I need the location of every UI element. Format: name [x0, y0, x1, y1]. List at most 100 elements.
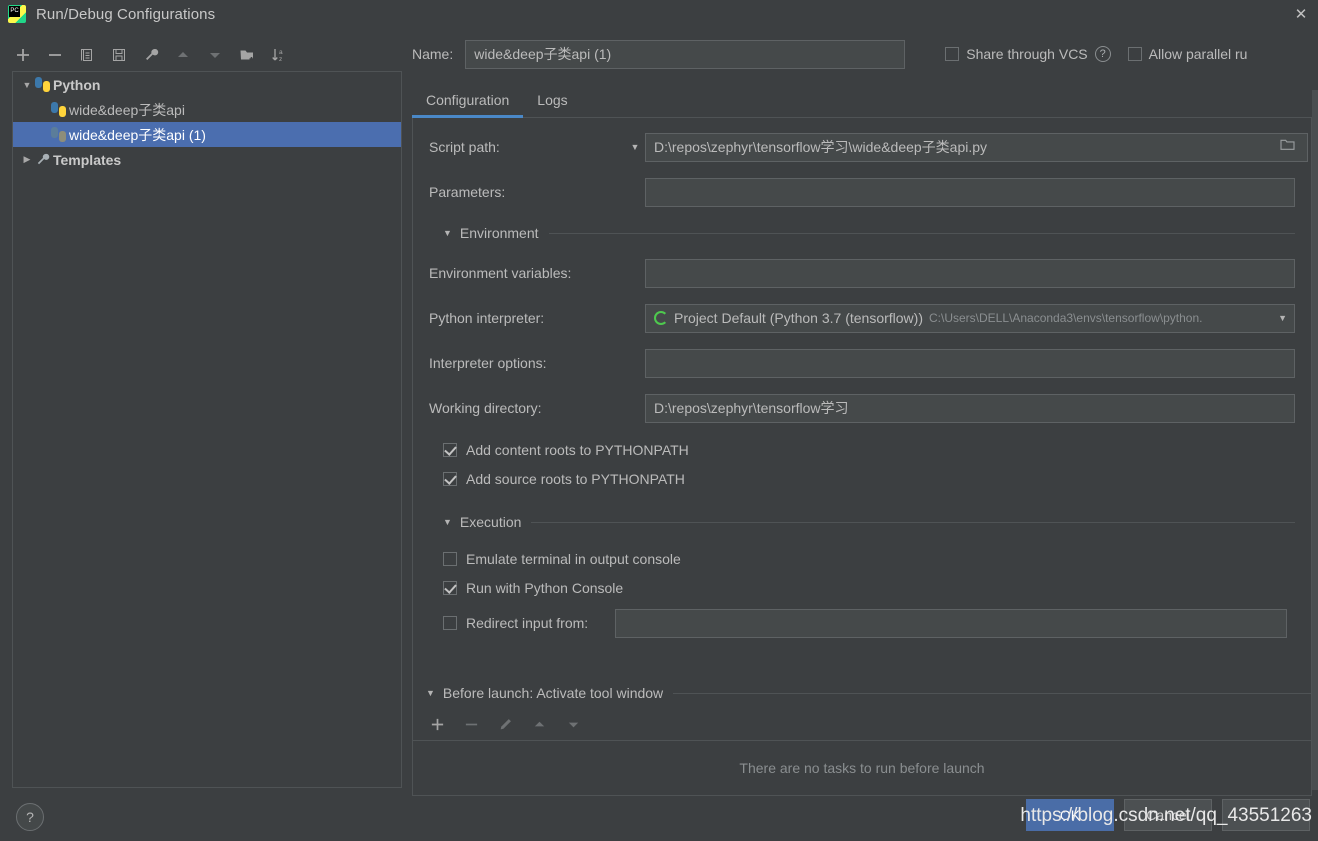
apply-button[interactable] — [1222, 799, 1310, 831]
emulate-terminal-row: Emulate terminal in output console — [443, 547, 1295, 571]
share-through-vcs-checkbox[interactable] — [945, 47, 960, 61]
python-icon — [51, 102, 66, 117]
redirect-input-checkbox[interactable] — [443, 616, 457, 630]
before-launch-empty-text: There are no tasks to run before launch — [739, 760, 985, 776]
move-up-button[interactable] — [172, 44, 194, 66]
python-interpreter-label: Python interpreter: — [429, 310, 545, 326]
task-move-down-button[interactable] — [562, 713, 584, 735]
python-interpreter-path: C:\Users\DELL\Anaconda3\envs\tensorflow\… — [929, 311, 1203, 325]
help-button[interactable]: ? — [16, 803, 44, 831]
tree-node-config-1[interactable]: wide&deep子类api — [13, 97, 401, 122]
tree-node-config-2[interactable]: wide&deep子类api (1) — [13, 122, 401, 147]
script-path-browse-icons — [1280, 138, 1295, 156]
tree-node-label: Python — [53, 76, 101, 93]
script-path-input[interactable]: D:\repos\zephyr\tensorflow学习\wide&deep子类… — [645, 132, 1308, 162]
run-with-python-console-row: Run with Python Console — [443, 576, 1295, 600]
cancel-button[interactable]: Cancel — [1124, 799, 1212, 831]
tab-configuration[interactable]: Configuration — [412, 92, 524, 118]
vertical-scrollbar[interactable] — [1312, 90, 1318, 790]
parameters-label: Parameters: — [429, 184, 506, 200]
copy-configuration-button[interactable] — [76, 44, 98, 66]
section-collapse-icon[interactable]: ▼ — [443, 517, 452, 527]
tab-logs[interactable]: Logs — [523, 92, 581, 117]
edit-templates-button[interactable] — [140, 44, 162, 66]
before-launch-task-list[interactable]: There are no tasks to run before launch — [412, 740, 1312, 796]
script-path-label: Script path: — [429, 139, 500, 155]
tree-node-templates[interactable]: ▶ Templates — [13, 147, 401, 172]
before-launch-title: Before launch: Activate tool window — [442, 685, 664, 701]
tree-node-python[interactable]: ▼ Python — [13, 72, 401, 97]
python-interpreter-row: Python interpreter: ▼ Project Default (P… — [429, 303, 1295, 333]
script-path-mode-dropdown[interactable]: ▼ — [625, 142, 645, 152]
share-vcs-help-icon[interactable]: ? — [1094, 46, 1111, 62]
redirect-input-field[interactable] — [615, 608, 1288, 638]
environment-variables-input[interactable] — [645, 258, 1295, 288]
before-launch-toolbar — [426, 708, 1312, 740]
folder-browse-icon[interactable] — [1280, 138, 1295, 156]
share-through-vcs-label[interactable]: Share through VCS — [966, 46, 1087, 62]
remove-configuration-button[interactable] — [44, 44, 66, 66]
before-launch-section: ▼ Before launch: Activate tool window Th… — [412, 676, 1312, 796]
working-directory-input[interactable]: D:\repos\zephyr\tensorflow学习 — [645, 393, 1295, 423]
remove-task-button[interactable] — [460, 713, 482, 735]
run-with-python-console-label[interactable]: Run with Python Console — [466, 580, 623, 596]
add-source-roots-label[interactable]: Add source roots to PYTHONPATH — [466, 471, 685, 487]
add-configuration-button[interactable] — [12, 44, 34, 66]
redirect-input-row: Redirect input from: — [443, 608, 1295, 638]
section-divider — [548, 232, 1295, 234]
chevron-down-icon[interactable]: ▼ — [1278, 305, 1287, 332]
add-task-button[interactable] — [426, 713, 448, 735]
editor-tabs: Configuration Logs — [412, 82, 1312, 118]
allow-parallel-run-label[interactable]: Allow parallel ru — [1149, 46, 1248, 62]
expand-arrow-icon[interactable]: ▼ — [19, 80, 35, 90]
name-label: Name: — [412, 46, 454, 62]
tree-node-label: wide&deep子类api (1) — [69, 126, 206, 143]
tree-node-label: wide&deep子类api — [69, 101, 185, 118]
section-divider — [673, 692, 1312, 694]
environment-section-header: ▼ Environment — [443, 222, 1295, 244]
name-input[interactable]: wide&deep子类api (1) — [465, 39, 906, 69]
run-debug-configurations-dialog: Run/Debug Configurations ✕ az — [0, 0, 1318, 841]
wrench-icon — [35, 152, 50, 167]
before-launch-header: ▼ Before launch: Activate tool window — [426, 682, 1312, 704]
section-collapse-icon[interactable]: ▼ — [443, 228, 452, 238]
edit-task-button[interactable] — [494, 713, 516, 735]
move-down-button[interactable] — [204, 44, 226, 66]
title-bar: Run/Debug Configurations ✕ — [0, 0, 1318, 28]
add-content-roots-checkbox[interactable] — [443, 443, 457, 457]
pycharm-icon — [8, 5, 26, 23]
execution-section-header: ▼ Execution — [443, 511, 1295, 533]
save-configuration-button[interactable] — [108, 44, 130, 66]
configurations-toolbar: az — [12, 40, 402, 70]
section-collapse-icon[interactable]: ▼ — [426, 688, 435, 698]
redirect-input-label[interactable]: Redirect input from: — [466, 615, 588, 631]
python-interpreter-dropdown[interactable]: Project Default (Python 3.7 (tensorflow)… — [645, 303, 1295, 333]
working-directory-row: Working directory: ▼ D:\repos\zephyr\ten… — [429, 393, 1295, 423]
collapse-arrow-icon[interactable]: ▶ — [19, 154, 35, 165]
allow-parallel-run-checkbox[interactable] — [1127, 47, 1142, 61]
emulate-terminal-label[interactable]: Emulate terminal in output console — [466, 551, 681, 567]
svg-text:z: z — [279, 56, 282, 63]
sort-alphabetically-button[interactable]: az — [268, 44, 290, 66]
interpreter-options-input[interactable] — [645, 348, 1295, 378]
add-content-roots-label[interactable]: Add content roots to PYTHONPATH — [466, 442, 689, 458]
ok-button[interactable]: OK — [1026, 799, 1114, 831]
name-row: Name: wide&deep子类api (1) Share through V… — [412, 38, 1312, 70]
svg-text:a: a — [279, 49, 283, 56]
close-icon[interactable]: ✕ — [1290, 4, 1312, 24]
interpreter-options-label: Interpreter options: — [429, 355, 547, 371]
emulate-terminal-checkbox[interactable] — [443, 552, 457, 566]
environment-section-title: Environment — [459, 225, 539, 241]
tree-node-label: Templates — [53, 151, 122, 168]
share-vcs-group: Share through VCS ? Allow parallel ru — [945, 46, 1247, 62]
execution-section-title: Execution — [459, 514, 522, 530]
section-divider — [531, 521, 1295, 523]
new-folder-button[interactable] — [236, 44, 258, 66]
add-source-roots-checkbox[interactable] — [443, 472, 457, 486]
run-with-python-console-checkbox[interactable] — [443, 581, 457, 595]
parameters-input[interactable] — [645, 177, 1295, 207]
interpreter-options-row: Interpreter options: ▼ — [429, 348, 1295, 378]
python-env-icon — [654, 311, 668, 325]
environment-variables-row: Environment variables: ▼ — [429, 258, 1295, 288]
task-move-up-button[interactable] — [528, 713, 550, 735]
